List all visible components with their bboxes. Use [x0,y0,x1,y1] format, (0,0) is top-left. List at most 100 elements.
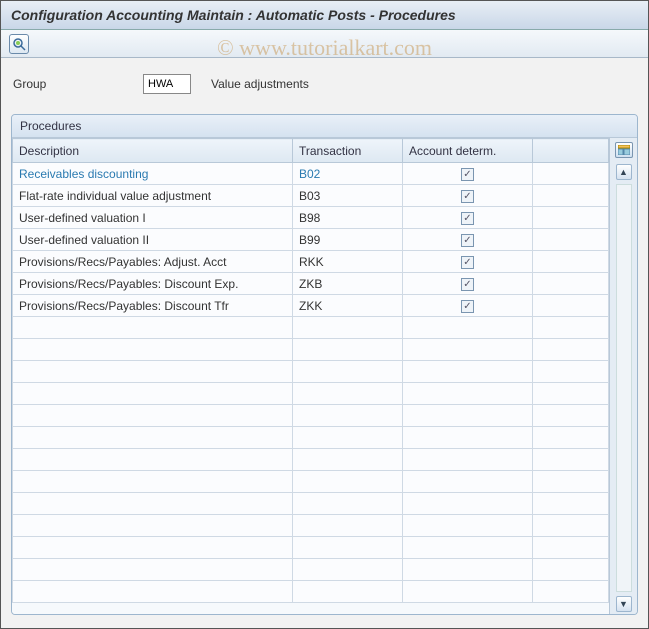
table-header-row: Description Transaction Account determ. [13,139,609,163]
page-title: Configuration Accounting Maintain : Auto… [11,7,638,23]
table-row-empty[interactable] [13,405,609,427]
cell-transaction[interactable]: B99 [293,229,403,251]
table-row-empty[interactable] [13,493,609,515]
cell-description[interactable]: Provisions/Recs/Payables: Discount Exp. [13,273,293,295]
cell-empty [403,537,533,559]
cell-empty [13,427,293,449]
table-row-empty[interactable] [13,515,609,537]
table-row-empty[interactable] [13,537,609,559]
table-row[interactable]: Provisions/Recs/Payables: Adjust. AcctRK… [13,251,609,273]
cell-transaction[interactable]: ZKB [293,273,403,295]
cell-empty [403,339,533,361]
cell-transaction[interactable]: B98 [293,207,403,229]
cell-empty [13,339,293,361]
checkbox-icon[interactable]: ✓ [461,278,474,291]
cell-empty [293,317,403,339]
table-row[interactable]: Receivables discountingB02 ✓ [13,163,609,185]
cell-description[interactable]: Provisions/Recs/Payables: Discount Tfr [13,295,293,317]
scroll-down-icon[interactable]: ▼ [616,596,632,612]
cell-empty [533,339,609,361]
table-row-empty[interactable] [13,339,609,361]
cell-empty [293,515,403,537]
table-row-empty[interactable] [13,581,609,603]
cell-empty [293,339,403,361]
checkbox-icon[interactable]: ✓ [461,168,474,181]
table-settings-icon[interactable] [615,142,633,158]
cell-description[interactable]: User-defined valuation I [13,207,293,229]
cell-empty [13,405,293,427]
cell-empty [533,427,609,449]
col-transaction[interactable]: Transaction [293,139,403,163]
cell-description[interactable]: User-defined valuation II [13,229,293,251]
table-row-empty[interactable] [13,559,609,581]
table-row[interactable]: Provisions/Recs/Payables: Discount Exp.Z… [13,273,609,295]
cell-transaction[interactable]: RKK [293,251,403,273]
scroll-up-icon[interactable]: ▲ [616,164,632,180]
cell-empty [403,515,533,537]
procedures-table-container: Description Transaction Account determ. … [12,138,609,614]
scroll-track[interactable] [616,184,632,592]
cell-spacer [533,295,609,317]
table-row[interactable]: Provisions/Recs/Payables: Discount TfrZK… [13,295,609,317]
checkbox-icon[interactable]: ✓ [461,234,474,247]
cell-empty [293,383,403,405]
cell-description[interactable]: Flat-rate individual value adjustment [13,185,293,207]
cell-transaction[interactable]: B03 [293,185,403,207]
cell-empty [293,559,403,581]
table-row-empty[interactable] [13,383,609,405]
title-bar: Configuration Accounting Maintain : Auto… [1,1,648,30]
cell-empty [293,537,403,559]
table-row-empty[interactable] [13,361,609,383]
procedures-panel: Procedures Description Transaction Accou… [11,114,638,615]
cell-empty [293,449,403,471]
cell-account-determ[interactable]: ✓ [403,163,533,185]
table-row-empty[interactable] [13,471,609,493]
cell-account-determ[interactable]: ✓ [403,251,533,273]
cell-transaction[interactable]: ZKK [293,295,403,317]
content-area: Group Value adjustments Procedures Descr… [1,58,648,627]
cell-empty [403,427,533,449]
cell-description[interactable]: Provisions/Recs/Payables: Adjust. Acct [13,251,293,273]
table-row-empty[interactable] [13,427,609,449]
group-field-row: Group Value adjustments [11,70,638,98]
search-help-icon[interactable] [9,34,29,54]
cell-empty [13,537,293,559]
cell-empty [403,471,533,493]
cell-empty [293,361,403,383]
cell-empty [403,581,533,603]
cell-empty [533,537,609,559]
cell-spacer [533,163,609,185]
cell-spacer [533,273,609,295]
checkbox-icon[interactable]: ✓ [461,190,474,203]
group-input[interactable] [143,74,191,94]
cell-empty [13,559,293,581]
cell-account-determ[interactable]: ✓ [403,207,533,229]
cell-transaction[interactable]: B02 [293,163,403,185]
cell-account-determ[interactable]: ✓ [403,273,533,295]
cell-empty [403,317,533,339]
cell-empty [293,405,403,427]
col-description[interactable]: Description [13,139,293,163]
cell-empty [293,581,403,603]
cell-empty [403,383,533,405]
table-row[interactable]: User-defined valuation IB98 ✓ [13,207,609,229]
checkbox-icon[interactable]: ✓ [461,256,474,269]
cell-empty [533,493,609,515]
cell-description[interactable]: Receivables discounting [13,163,293,185]
cell-account-determ[interactable]: ✓ [403,295,533,317]
cell-account-determ[interactable]: ✓ [403,229,533,251]
checkbox-icon[interactable]: ✓ [461,300,474,313]
cell-empty [403,405,533,427]
table-row[interactable]: User-defined valuation IIB99 ✓ [13,229,609,251]
table-row-empty[interactable] [13,449,609,471]
procedures-table: Description Transaction Account determ. … [12,138,609,603]
checkbox-icon[interactable]: ✓ [461,212,474,225]
panel-title: Procedures [12,115,637,138]
table-row[interactable]: Flat-rate individual value adjustmentB03… [13,185,609,207]
cell-empty [13,581,293,603]
cell-empty [533,317,609,339]
cell-empty [13,449,293,471]
col-account-determ[interactable]: Account determ. [403,139,533,163]
table-row-empty[interactable] [13,317,609,339]
cell-account-determ[interactable]: ✓ [403,185,533,207]
